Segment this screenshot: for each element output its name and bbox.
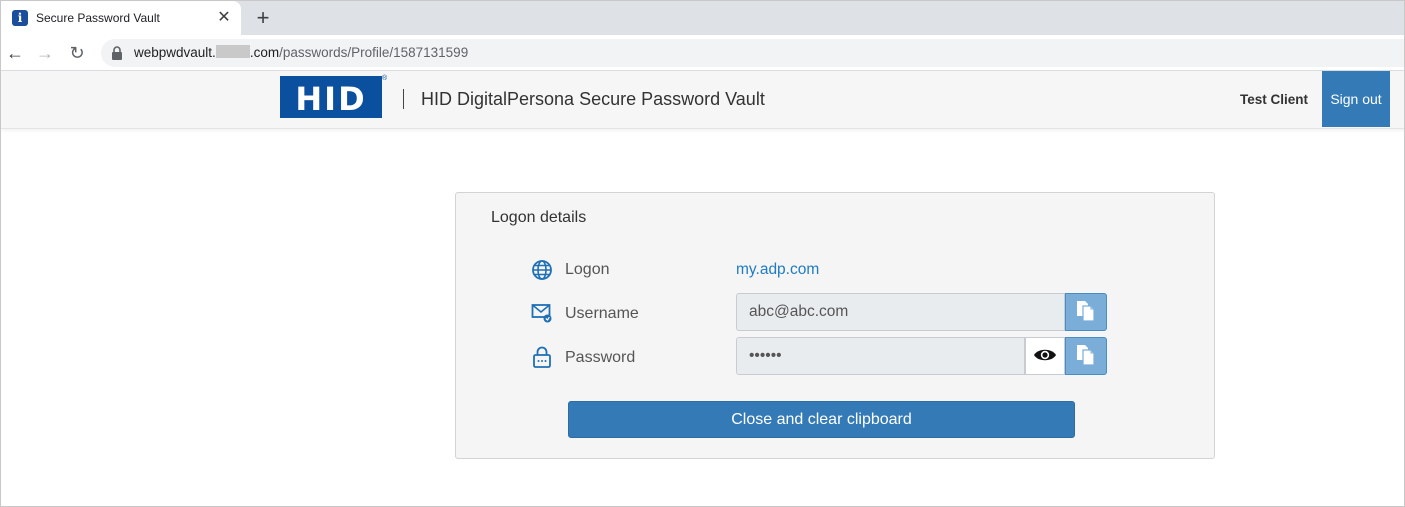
lock-icon [533,346,551,368]
browser-toolbar: ← → ↻ webpwdvault. .com/passwords/Profile… [1,35,1404,71]
copy-password-button[interactable] [1065,337,1107,375]
url-redaction [215,45,250,58]
back-button[interactable]: ← [4,42,26,64]
reload-button[interactable]: ↻ [66,42,88,64]
tab-strip: i Secure Password Vault ✕ + [1,1,1404,35]
panel-title: Logon details [491,209,587,226]
sign-out-button[interactable]: Sign out [1322,71,1390,127]
mail-icon [531,304,552,323]
logon-details-panel: Logon details Logon my.adp.com Username … [455,192,1215,459]
browser-window: i Secure Password Vault ✕ + ← → ↻ webpwd… [0,0,1405,507]
username-label: Username [565,305,639,322]
app-header: HID ® HID DigitalPersona Secure Password… [1,71,1404,129]
eye-icon [1034,349,1056,360]
logon-label: Logon [565,261,610,278]
favicon-icon: i [12,10,28,26]
secure-lock-icon [112,46,122,60]
url-path: /passwords/Profile/1587131599 [279,45,469,60]
logo-text: HID [295,80,367,118]
password-field[interactable]: •••••• [736,337,1025,375]
address-bar[interactable]: webpwdvault. .com/passwords/Profile/15871… [101,39,1404,67]
close-and-clear-clipboard-button[interactable]: Close and clear clipboard [568,401,1075,438]
browser-tab[interactable]: i Secure Password Vault ✕ [1,1,241,35]
logo-registered-mark: ® [382,75,388,82]
username-field[interactable]: abc@abc.com [736,293,1065,331]
reveal-password-button[interactable] [1025,337,1065,375]
url-host-suffix: .com [249,45,280,60]
copy-username-button[interactable] [1065,293,1107,331]
app-title: HID DigitalPersona Secure Password Vault [421,89,765,109]
tab-title: Secure Password Vault [36,11,160,25]
copy-icon [1077,344,1095,366]
copy-icon [1077,300,1095,322]
hid-logo[interactable]: HID [280,76,382,118]
user-name: Test Client [1240,92,1309,107]
url-text: webpwdvault. .com/passwords/Profile/15871… [134,45,468,60]
globe-icon [532,260,552,280]
logon-link[interactable]: my.adp.com [736,261,819,279]
password-label: Password [565,349,636,366]
forward-button[interactable]: → [34,42,56,64]
header-divider [403,89,404,109]
tab-close-icon[interactable]: ✕ [215,9,233,27]
url-host-prefix: webpwdvault. [134,45,216,60]
new-tab-button[interactable]: + [252,7,274,29]
